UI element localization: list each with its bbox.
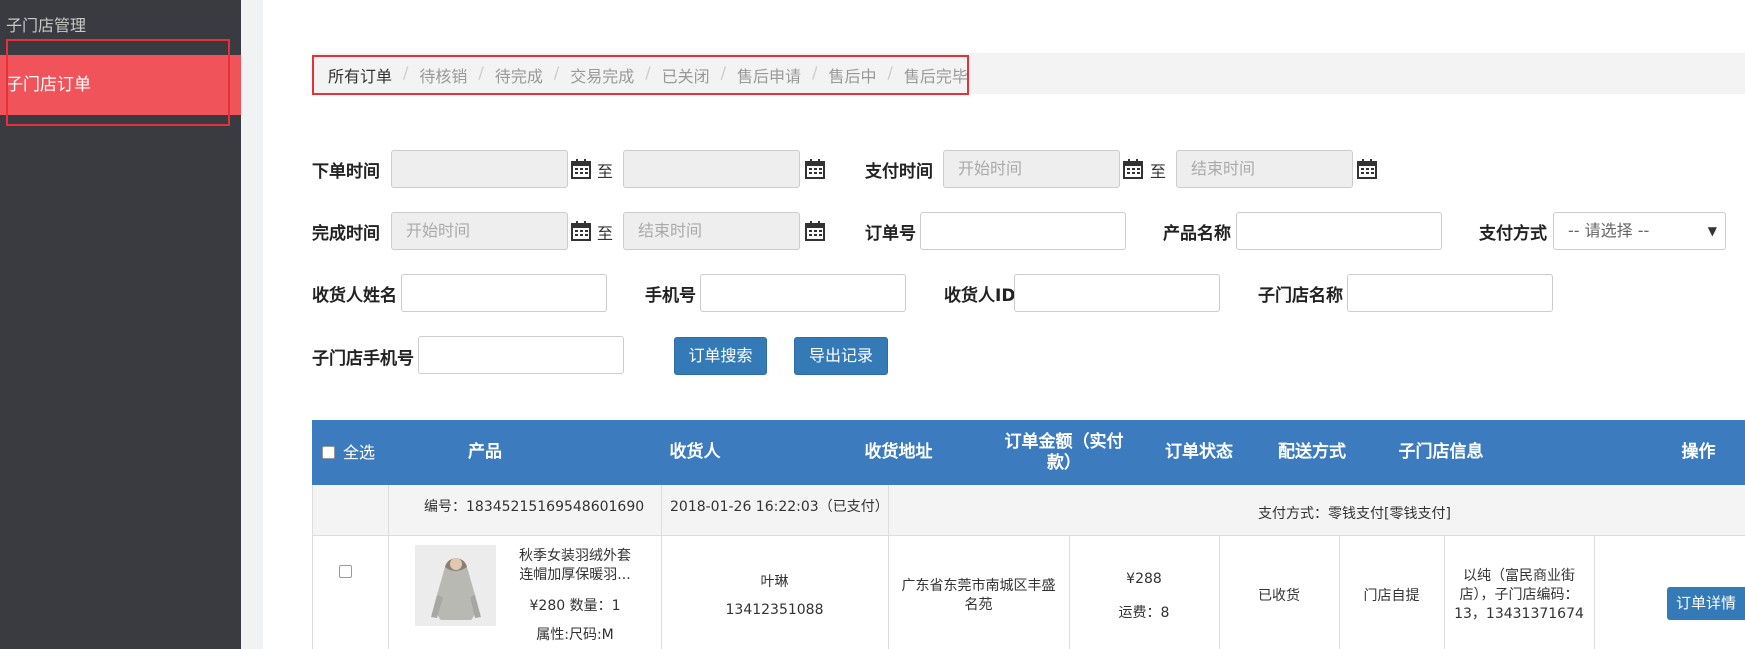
highlight-box-sidebar [6,39,230,126]
store-phone-input[interactable] [418,336,624,374]
address-line2: 名苑 [964,597,993,613]
pay-time-start-input[interactable]: 开始时间 [943,150,1120,188]
export-records-button[interactable]: 导出记录 [794,337,888,375]
sidebar-title: 子门店管理 [6,16,87,35]
header-store-info: 子门店信息 [1398,442,1484,462]
finish-time-start-input[interactable]: 开始时间 [391,212,568,250]
receiver-id-input[interactable] [1014,274,1220,312]
highlight-box-tabs [312,55,969,95]
to-label: 至 [597,224,614,243]
product-price-qty: ¥280 数量：1 [529,598,621,614]
store-phone-label: 子门店手机号 [312,349,414,369]
product-name-label: 产品名称 [1163,224,1231,244]
order-pay-method: 支付方式：零钱支付[零钱支付] [1258,506,1451,522]
column-divider [888,485,889,649]
order-detail-button[interactable]: 订单详情 [1667,587,1745,620]
delivery-method: 门店自提 [1363,588,1420,604]
address-line1: 广东省东莞市南城区丰盛 [901,578,1056,594]
header-amount-line2: 款） [1047,452,1081,473]
receiver-name-label: 收货人姓名 [312,286,397,306]
header-action: 操作 [1681,442,1716,462]
order-search-button[interactable]: 订单搜索 [674,337,767,375]
calendar-icon[interactable] [1123,159,1143,179]
header-product: 产品 [468,442,502,462]
finish-time-end-input[interactable]: 结束时间 [623,212,800,250]
column-divider [388,485,389,649]
to-label: 至 [597,162,614,181]
order-time-label: 下单时间 [312,162,380,182]
order-no-label: 订单号 [865,224,916,244]
pay-method-selected: -- 请选择 -- [1568,221,1650,240]
receiver-id-label: 收货人ID [944,286,1016,306]
header-amount: 订单金额（实付 款） [989,420,1139,485]
calendar-icon[interactable] [571,221,591,241]
receiver-phone: 13412351088 [725,602,824,618]
column-divider [1069,536,1070,649]
content-gutter [241,0,263,649]
product-thumbnail[interactable] [415,545,496,626]
store-info-line1: 以纯（富民商业街 [1463,568,1575,584]
order-status: 已收货 [1258,588,1300,604]
product-name-input[interactable] [1236,212,1442,250]
header-receiver: 收货人 [669,442,721,462]
header-address: 收货地址 [864,442,933,462]
pay-method-label: 支付方式 [1479,224,1547,244]
order-time-start-input[interactable] [391,150,568,188]
product-name-line2[interactable]: 连帽加厚保暖羽... [510,564,640,584]
store-info-line3: 13，13431371674 [1454,606,1584,622]
finish-time-label: 完成时间 [312,224,380,244]
calendar-icon[interactable] [1357,159,1377,179]
order-amount: ¥288 [1126,571,1162,587]
header-amount-line1: 订单金额（实付 [1004,431,1124,452]
column-divider [1594,536,1595,649]
header-delivery: 配送方式 [1278,442,1346,462]
phone-input[interactable] [700,274,906,312]
order-no-input[interactable] [920,212,1126,250]
order-number: 编号：18345215169548601690 [424,499,645,515]
calendar-icon[interactable] [805,221,825,241]
phone-label: 手机号 [645,286,696,306]
select-all[interactable]: 全选 [322,420,388,485]
order-datetime: 2018-01-26 16:22:03（已支付） [670,499,889,515]
select-all-label: 全选 [343,443,376,462]
header-status: 订单状态 [1165,442,1233,462]
orders-table-header: 全选 产品 收货人 收货地址 订单金额（实付 款） 订单状态 配送方式 子门店信… [312,420,1745,485]
pay-method-select[interactable]: -- 请选择 -- ▼ [1553,212,1726,250]
select-all-checkbox[interactable] [322,446,335,459]
product-name-line1[interactable]: 秋季女装羽绒外套 [510,545,640,565]
column-divider [312,485,313,649]
shipping-fee: 运费：8 [1118,605,1170,621]
store-info-line2: 店），子门店编码： [1459,587,1579,603]
pay-time-label: 支付时间 [865,162,933,182]
product-attribute: 属性:尺码:M [536,627,614,643]
to-label: 至 [1150,162,1167,181]
product-image [415,545,496,626]
store-name-input[interactable] [1347,274,1553,312]
caret-down-icon: ▼ [1707,224,1717,238]
store-name-label: 子门店名称 [1258,286,1343,306]
calendar-icon[interactable] [571,159,591,179]
column-divider [661,485,662,649]
calendar-icon[interactable] [805,159,825,179]
sidebar: 子门店管理 子门店订单 [0,0,241,649]
row-checkbox[interactable] [339,565,352,578]
pay-time-end-input[interactable]: 结束时间 [1176,150,1353,188]
receiver-name: 叶琳 [760,574,789,590]
order-time-end-input[interactable] [623,150,800,188]
receiver-name-input[interactable] [401,274,607,312]
